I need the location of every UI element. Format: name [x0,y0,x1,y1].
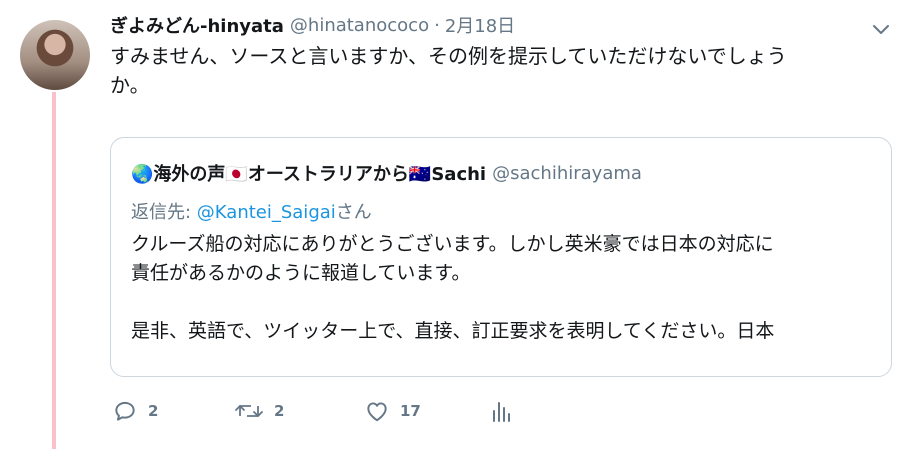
quoted-tweet[interactable]: 🌏海外の声🇯🇵オーストラリアから🇦🇺Sachi @sachihirayama 返… [110,137,892,377]
thread-line [52,92,56,449]
retweet-icon [234,398,264,424]
reply-count: 2 [148,402,159,420]
quoted-text: クルーズ船の対応にありがとうございます。しかし英米豪では日本の対応に 責任がある… [131,233,775,342]
reply-mention-link[interactable]: @Kantei_Saigai [197,202,336,223]
display-name[interactable]: ぎよみどん-hinyata [110,12,284,38]
quoted-handle: @sachihirayama [492,162,642,184]
reply-to-line: 返信先: @Kantei_Saigaiさん [131,198,372,224]
reply-button[interactable]: 2 [112,395,158,427]
separator-dot: · [434,14,440,36]
retweet-count: 2 [274,402,285,420]
quoted-display-name: 🌏海外の声🇯🇵オーストラリアから🇦🇺Sachi [131,164,487,185]
reply-icon [112,398,138,424]
quoted-header: 🌏海外の声🇯🇵オーストラリアから🇦🇺Sachi @sachihirayama [131,158,642,188]
analytics-button[interactable] [490,395,512,427]
avatar[interactable] [20,20,90,90]
user-handle[interactable]: @hinatanococo [290,15,429,36]
like-button[interactable]: 17 [364,395,421,427]
tweet-text: すみません、ソースと言いますか、その例を提示していただけないでしょう か。 [110,44,787,97]
analytics-icon [490,398,512,424]
like-count: 17 [400,402,421,420]
tweet-date[interactable]: 2月18日 [445,12,515,38]
action-bar: 2 2 17 [112,395,532,427]
reply-prefix: 返信先: [131,202,197,223]
heart-icon [364,398,390,424]
tweet-header: ぎよみどん-hinyata @hinatanococo · 2月18日 [110,10,515,40]
retweet-button[interactable]: 2 [234,395,284,427]
reply-suffix: さん [335,202,372,223]
chevron-down-icon[interactable] [870,18,892,40]
